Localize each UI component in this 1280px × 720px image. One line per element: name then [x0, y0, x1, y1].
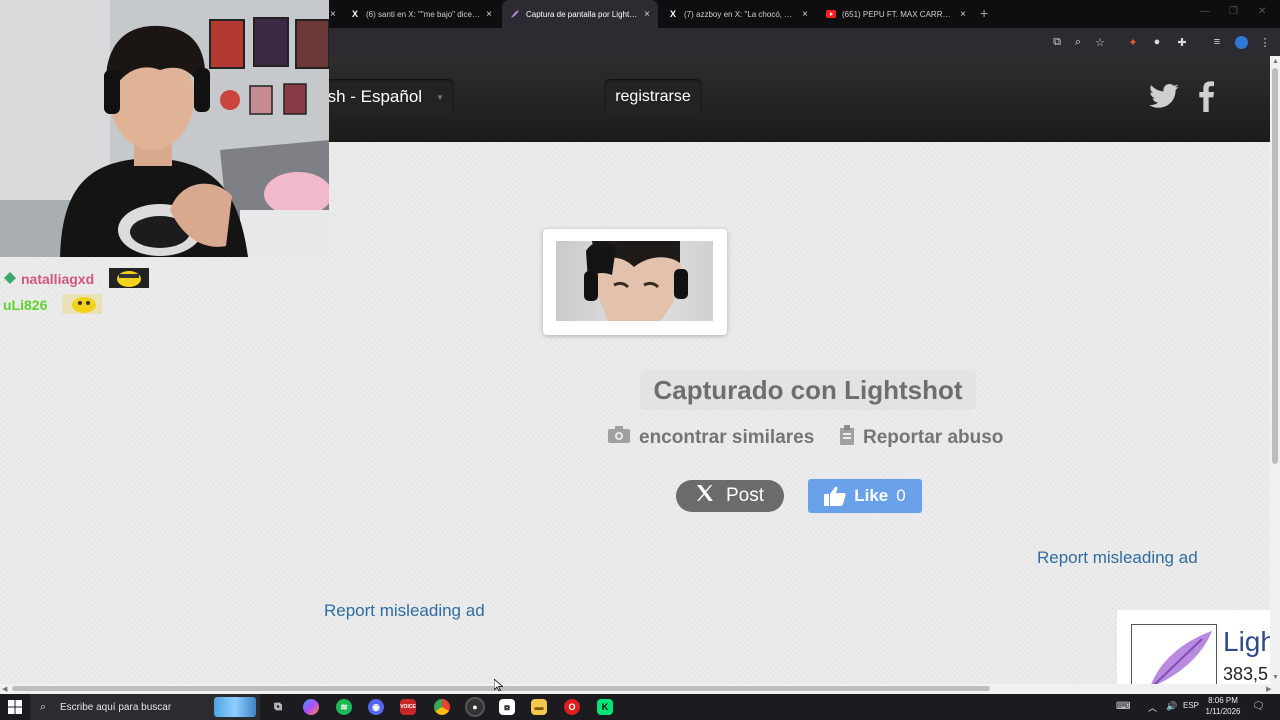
windows-start-icon[interactable]: [8, 700, 22, 714]
chrome-icon[interactable]: [434, 699, 450, 715]
tray-overflow-icon[interactable]: ︿: [1148, 701, 1157, 714]
chat-message: uLi826 :: [3, 293, 103, 317]
tab-close-icon[interactable]: ×: [644, 9, 650, 20]
clock-date[interactable]: 1/11/2026: [1200, 707, 1246, 716]
language-indicator[interactable]: ESP: [1183, 701, 1199, 710]
vertical-scrollbar-thumb[interactable]: [1272, 68, 1278, 464]
x-logo-icon: [696, 484, 714, 508]
media-control-icon[interactable]: ≡: [1210, 35, 1224, 49]
taskbar-search-placeholder: Escribe aquí para buscar: [60, 701, 172, 713]
register-button[interactable]: registrarse: [604, 79, 702, 115]
feather-icon: [510, 9, 520, 19]
tab-close-icon[interactable]: ×: [802, 9, 808, 20]
tab-close-icon[interactable]: ×: [960, 9, 966, 20]
clock-time[interactable]: 8:06 PM: [1200, 696, 1246, 705]
volume-icon[interactable]: 🔊: [1166, 701, 1177, 712]
like-label: Like: [854, 486, 889, 505]
capcut-icon[interactable]: ⧇: [499, 699, 515, 715]
tab-title: (6) santi en X: ""me bajo" dice la: [366, 9, 481, 19]
chat-username[interactable]: uLi826: [3, 297, 47, 313]
scroll-down-arrow-icon[interactable]: ▼: [1272, 674, 1279, 681]
browser-tab[interactable]: X (7) azzboy en X: "La chocó, ya está ×: [660, 0, 816, 28]
chat-separator: :: [98, 271, 103, 287]
spotify-icon[interactable]: ≋: [336, 699, 352, 715]
lightshot-feather-logo: [1131, 624, 1217, 686]
post-label: Post: [725, 485, 765, 506]
voice-app-icon[interactable]: VOICE: [400, 699, 416, 715]
find-similar-link[interactable]: encontrar similares: [607, 426, 814, 450]
report-misleading-ad-link[interactable]: Report misleading ad: [324, 601, 485, 621]
search-highlight-image: [214, 697, 256, 717]
mouse-cursor-icon: [494, 679, 503, 691]
screenshot-image: [556, 241, 713, 321]
browser-tab-active[interactable]: Captura de pantalla por Lightshot ×: [502, 0, 658, 28]
kick-icon[interactable]: K: [597, 699, 613, 715]
profile-avatar-icon[interactable]: [1234, 35, 1248, 49]
tab-title: Captura de pantalla por Lightshot: [526, 9, 639, 19]
browser-tab[interactable]: (651) PEPU FT. MAX CARRA FT. ... ×: [818, 0, 974, 28]
x-icon: X: [669, 9, 676, 19]
chat-message: natalliagxd :: [3, 267, 149, 291]
screenshot-thumbnail[interactable]: [543, 229, 727, 335]
facebook-icon[interactable]: [1196, 80, 1216, 112]
bookmark-star-icon[interactable]: ☆: [1093, 35, 1107, 49]
obs-icon[interactable]: ●: [467, 699, 483, 715]
extensions-puzzle-icon[interactable]: ✚: [1175, 35, 1189, 49]
notification-icon[interactable]: 🗨: [1252, 701, 1265, 712]
discord-icon[interactable]: ◉: [368, 699, 384, 715]
tab-title: (651) PEPU FT. MAX CARRA FT. ...: [842, 9, 955, 19]
ad-count: 383,5: [1223, 664, 1269, 684]
chat-separator: :: [51, 297, 57, 313]
copilot-icon[interactable]: [303, 699, 319, 715]
scroll-up-arrow-icon[interactable]: ▲: [1272, 58, 1279, 65]
report-misleading-ad-link[interactable]: Report misleading ad: [1037, 548, 1198, 568]
task-view-icon[interactable]: ⧉: [270, 699, 286, 715]
scroll-left-arrow-icon[interactable]: ◀: [2, 685, 7, 693]
chat-emote-icon: [108, 267, 149, 291]
clipboard-icon: [839, 425, 855, 451]
report-abuse-label: Reportar abuso: [863, 427, 1004, 448]
keyboard-icon[interactable]: ⌨: [1116, 701, 1130, 712]
language-select-label: ish - Español: [323, 87, 423, 106]
thumbs-up-icon: [824, 486, 846, 506]
chat-username[interactable]: natalliagxd: [21, 271, 94, 287]
zoom-icon[interactable]: ⌕: [1071, 35, 1085, 49]
webcam-overlay: [0, 0, 329, 257]
camera-icon: [607, 426, 631, 450]
browser-tab[interactable]: X (6) santi en X: ""me bajo" dice la ×: [342, 0, 500, 28]
browser-menu-icon[interactable]: ⋮: [1258, 35, 1272, 49]
tab-close-icon[interactable]: ×: [486, 9, 492, 20]
find-similar-label: encontrar similares: [639, 427, 815, 448]
close-window-icon[interactable]: ✕: [1258, 6, 1266, 17]
opera-icon[interactable]: O: [564, 699, 580, 715]
youtube-icon: [826, 9, 836, 19]
user-badge-icon: [3, 271, 17, 288]
like-count: 0: [896, 486, 906, 505]
install-app-icon[interactable]: ⧉: [1050, 35, 1064, 49]
restore-icon[interactable]: ❐: [1229, 6, 1238, 17]
report-abuse-link[interactable]: Reportar abuso: [839, 425, 1004, 451]
scroll-right-arrow-icon[interactable]: ▶: [1266, 685, 1271, 693]
minimize-icon[interactable]: —: [1200, 6, 1210, 17]
advertisement[interactable]: Ligh 383,5: [1117, 610, 1276, 686]
extension-icon[interactable]: ✦: [1126, 35, 1140, 49]
capture-title: Capturado con Lightshot: [640, 370, 976, 410]
chevron-down-icon: ▼: [436, 92, 444, 102]
x-post-button[interactable]: Post: [676, 480, 784, 512]
ad-title: Ligh: [1223, 626, 1276, 657]
chat-emote-icon: [62, 293, 103, 317]
tab-title: (7) azzboy en X: "La chocó, ya está: [684, 9, 796, 19]
twitter-icon[interactable]: [1148, 80, 1180, 112]
extension-icon[interactable]: ●: [1150, 35, 1164, 49]
search-icon: ⌕: [40, 700, 47, 713]
facebook-like-button[interactable]: Like 0: [808, 479, 922, 513]
file-explorer-icon[interactable]: ▬: [531, 699, 547, 715]
new-tab-button[interactable]: +: [980, 5, 988, 21]
tab-close-icon[interactable]: ×: [330, 9, 336, 20]
x-icon: X: [351, 9, 358, 19]
